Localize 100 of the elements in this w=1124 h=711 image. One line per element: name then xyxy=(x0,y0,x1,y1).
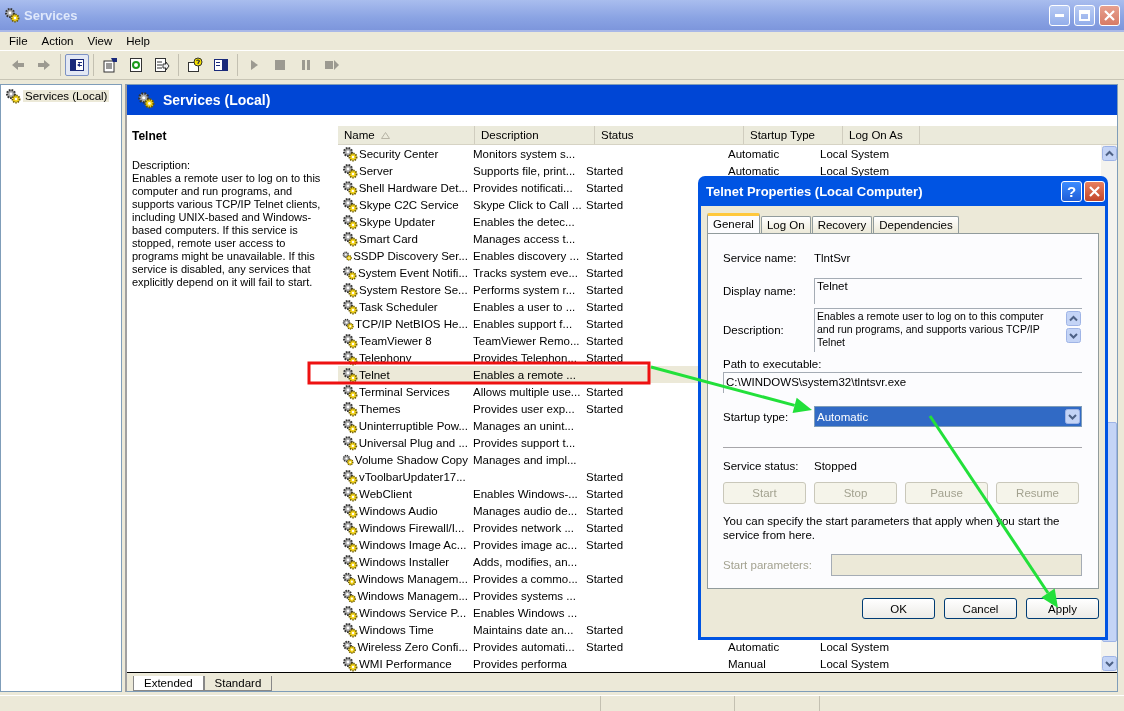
service-name-value: TlntSvr xyxy=(814,252,852,264)
table-cell: Manages audio de... xyxy=(473,504,578,517)
table-cell: Provides systems ... xyxy=(473,589,576,602)
table-cell: Started xyxy=(586,572,624,585)
table-cell: TeamViewer Remo... xyxy=(473,334,580,347)
table-cell: Started xyxy=(586,504,624,517)
table-cell: Provides user exp... xyxy=(473,402,575,415)
table-cell: Skype Updater xyxy=(359,215,436,228)
table-cell: Manages access t... xyxy=(473,232,576,245)
table-cell: Started xyxy=(586,402,624,415)
table-cell: Supports file, print... xyxy=(473,164,576,177)
dialog-title: Telnet Properties (Local Computer) xyxy=(706,183,924,199)
table-cell: Provides network ... xyxy=(473,521,574,534)
table-cell: Provides Telephon... xyxy=(473,351,577,364)
table-cell: Terminal Services xyxy=(359,385,450,398)
table-cell: Universal Plug and ... xyxy=(358,436,468,449)
table-cell: Manages an unint... xyxy=(473,419,574,432)
table-cell: Wireless Zero Confi... xyxy=(357,640,468,653)
table-cell: Provides notificati... xyxy=(473,181,573,194)
table-cell: Maintains date an... xyxy=(473,623,574,636)
table-cell: WMI Performance xyxy=(359,657,452,670)
table-cell: SSDP Discovery Ser... xyxy=(353,249,468,262)
table-cell: Started xyxy=(586,351,624,364)
table-cell: Started xyxy=(586,538,624,551)
table-cell: Started xyxy=(586,334,624,347)
table-cell: Provides automati... xyxy=(473,640,575,653)
field-label: Startup type: xyxy=(723,410,790,423)
table-cell: Smart Card xyxy=(359,232,418,245)
service-title: Telnet xyxy=(132,129,168,143)
table-cell: Windows Installer xyxy=(359,555,450,568)
table-cell: Monitors system s... xyxy=(473,147,576,160)
table-cell: Started xyxy=(586,470,624,483)
table-cell: Task Scheduler xyxy=(359,300,438,313)
table-cell: Enables Windows ... xyxy=(473,606,578,619)
table-cell: System Restore Se... xyxy=(359,283,468,296)
table-cell: Automatic xyxy=(728,164,780,177)
table-cell: Enables a user to ... xyxy=(473,300,576,313)
table-cell: Skype C2C Service xyxy=(359,198,459,211)
table-cell: Local System xyxy=(820,640,890,653)
table-cell: Windows Firewall/I... xyxy=(359,521,465,534)
table-cell: Server xyxy=(359,164,393,177)
service-status-value: Stopped xyxy=(814,460,857,472)
table-cell: Started xyxy=(586,317,624,330)
table-cell: Started xyxy=(586,623,624,636)
field-label: Service status: xyxy=(723,460,800,472)
table-cell: Started xyxy=(586,521,624,534)
table-cell: Enables support f... xyxy=(473,317,573,330)
table-cell: Allows multiple use... xyxy=(473,385,581,398)
table-cell: Provides support t... xyxy=(473,436,576,449)
table-cell: WebClient xyxy=(359,487,412,500)
window-title: Services xyxy=(24,7,79,23)
table-cell: Automatic xyxy=(728,147,780,160)
table-cell: Started xyxy=(586,283,624,296)
table-cell: Provides a commo... xyxy=(473,572,578,585)
table-cell: Telnet xyxy=(359,368,390,381)
table-cell: Started xyxy=(586,300,624,313)
table-cell: Shell Hardware Det... xyxy=(358,181,468,194)
table-cell: Local System xyxy=(820,657,890,670)
table-cell: Started xyxy=(586,198,624,211)
table-cell: Windows Time xyxy=(359,623,434,636)
path-field: C:\WINDOWS\system32\tlntsvr.exe xyxy=(723,372,1082,393)
table-cell: Started xyxy=(586,164,624,177)
table-cell: Enables Windows-... xyxy=(473,487,578,500)
table-cell: Windows Audio xyxy=(359,504,438,517)
field-label: Service name: xyxy=(723,252,798,264)
table-cell: TCP/IP NetBIOS He... xyxy=(355,317,468,330)
table-cell: Skype Click to Call ... xyxy=(473,198,582,211)
field-label: Start parameters: xyxy=(723,559,813,571)
table-cell: Enables the detec... xyxy=(473,215,575,228)
table-cell: Security Center xyxy=(359,147,439,160)
table-cell: Themes xyxy=(359,402,401,415)
table-cell: Started xyxy=(586,266,624,279)
field-label: Path to executable: xyxy=(723,358,823,370)
table-cell: Local System xyxy=(820,164,890,177)
table-cell: Windows Service P... xyxy=(359,606,467,619)
table-cell: Started xyxy=(586,181,624,194)
table-cell: TeamViewer 8 xyxy=(359,334,432,347)
table-cell: vToolbarUpdater17... xyxy=(359,470,466,483)
table-cell: Started xyxy=(586,249,624,262)
table-cell: Windows Managem... xyxy=(357,589,468,602)
table-cell: Enables a remote ... xyxy=(473,368,576,381)
field-label: Description: xyxy=(723,324,785,336)
table-cell: Local System xyxy=(820,147,890,160)
description-label: Description: xyxy=(132,159,192,172)
table-cell: Started xyxy=(586,640,624,653)
table-cell: Provides performa xyxy=(473,657,567,670)
header-title: Services (Local) xyxy=(163,92,271,108)
description-text: Enables a remote user to log on to this computer and run programs, and supports various TCP/IP Telnet clients, including UNIX-based and Windows-based computers. If this service is stopped, remote user access to programs might be unavailable. If this service is disabled, any services that explicitly depend on it will fail to start. xyxy=(132,172,322,289)
table-cell: Windows Image Ac... xyxy=(359,538,467,551)
table-cell: Provides image ac... xyxy=(473,538,578,551)
table-cell: Performs system r... xyxy=(473,283,576,296)
table-cell: Manual xyxy=(728,657,766,670)
table-cell: Manages and impl... xyxy=(473,453,577,466)
table-cell: System Event Notifi... xyxy=(358,266,468,279)
table-cell: Uninterruptible Pow... xyxy=(358,419,468,432)
table-cell: Automatic xyxy=(728,640,780,653)
table-cell: Tracks system eve... xyxy=(473,266,578,279)
table-cell: Enables discovery ... xyxy=(473,249,580,262)
table-cell: Windows Managem... xyxy=(357,572,468,585)
table-cell: Started xyxy=(586,487,624,500)
